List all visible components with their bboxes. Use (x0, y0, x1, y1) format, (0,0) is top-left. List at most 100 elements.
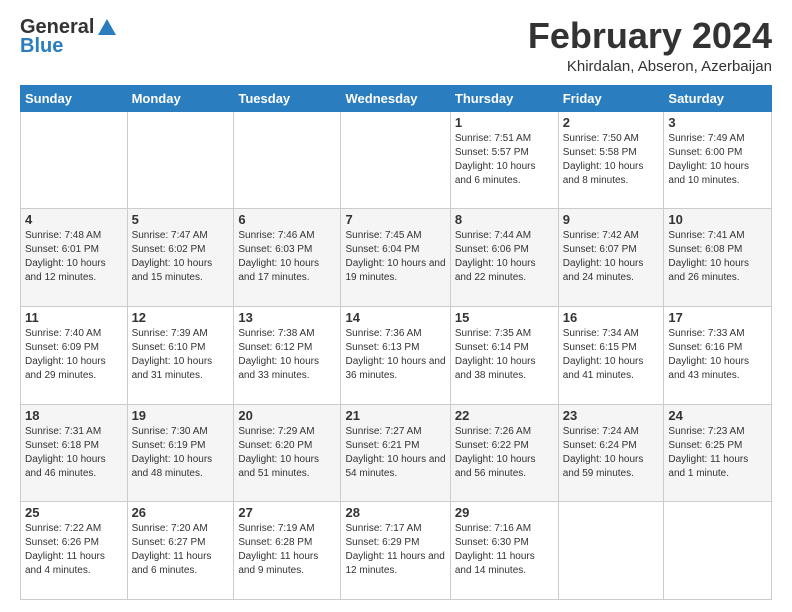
page: General Blue February 2024 Khirdalan, Ab… (0, 0, 792, 612)
calendar-cell: 17 Sunrise: 7:33 AM Sunset: 6:16 PM Dayli… (664, 306, 772, 404)
calendar-cell: 15Sunrise: 7:35 AM Sunset: 6:14 PM Dayli… (450, 306, 558, 404)
day-info: Sunrise: 7:42 AM Sunset: 6:07 PM Dayligh… (563, 229, 660, 285)
col-sunday: Sunday (21, 85, 128, 111)
day-number: 20 (238, 408, 336, 423)
day-number: 27 (238, 505, 336, 520)
day-info: Sunrise: 7:27 AM Sunset: 6:21 PM Dayligh… (345, 425, 445, 481)
calendar-cell: 27 Sunrise: 7:19 AM Sunset: 6:28 PM Dayli… (234, 502, 341, 600)
day-info: Sunrise: 7:45 AM Sunset: 6:04 PM Dayligh… (345, 229, 445, 285)
calendar-cell: 12 Sunrise: 7:39 AM Sunset: 6:10 PM Dayli… (127, 306, 234, 404)
day-info: Sunrise: 7:41 AM Sunset: 6:08 PM Dayligh… (668, 229, 767, 285)
day-info: Sunrise: 7:47 AM Sunset: 6:02 PM Dayligh… (132, 229, 230, 285)
day-info: Sunrise: 7:50 AM Sunset: 5:58 PM Dayligh… (563, 132, 660, 188)
calendar-cell: 10 Sunrise: 7:41 AM Sunset: 6:08 PM Dayli… (664, 209, 772, 307)
day-info: Sunrise: 7:20 AM Sunset: 6:27 PM Dayligh… (132, 522, 230, 578)
day-info: Sunrise: 7:31 AM Sunset: 6:18 PM Dayligh… (25, 425, 123, 481)
calendar-cell: 28 Sunrise: 7:17 AM Sunset: 6:29 PM Dayli… (341, 502, 450, 600)
day-number: 11 (25, 310, 123, 325)
col-tuesday: Tuesday (234, 85, 341, 111)
calendar-week-row: 18 Sunrise: 7:31 AM Sunset: 6:18 PM Dayli… (21, 404, 772, 502)
day-number: 17 (668, 310, 767, 325)
col-wednesday: Wednesday (341, 85, 450, 111)
calendar-cell (127, 111, 234, 209)
calendar-location: Khirdalan, Abseron, Azerbaijan (528, 58, 772, 75)
calendar-table: Sunday Monday Tuesday Wednesday Thursday… (20, 85, 772, 600)
day-info: Sunrise: 7:49 AM Sunset: 6:00 PM Dayligh… (668, 132, 767, 188)
calendar-cell (558, 502, 664, 600)
calendar-cell: 9Sunrise: 7:42 AM Sunset: 6:07 PM Daylig… (558, 209, 664, 307)
day-number: 14 (345, 310, 445, 325)
calendar-header-row: Sunday Monday Tuesday Wednesday Thursday… (21, 85, 772, 111)
logo: General Blue (20, 16, 118, 58)
day-info: Sunrise: 7:33 AM Sunset: 6:16 PM Dayligh… (668, 327, 767, 383)
day-info: Sunrise: 7:46 AM Sunset: 6:03 PM Dayligh… (238, 229, 336, 285)
calendar-cell: 25Sunrise: 7:22 AM Sunset: 6:26 PM Dayli… (21, 502, 128, 600)
day-number: 19 (132, 408, 230, 423)
day-number: 24 (668, 408, 767, 423)
day-number: 13 (238, 310, 336, 325)
day-number: 16 (563, 310, 660, 325)
col-friday: Friday (558, 85, 664, 111)
calendar-week-row: 1Sunrise: 7:51 AM Sunset: 5:57 PM Daylig… (21, 111, 772, 209)
calendar-cell (234, 111, 341, 209)
calendar-cell: 1Sunrise: 7:51 AM Sunset: 5:57 PM Daylig… (450, 111, 558, 209)
calendar-cell: 24 Sunrise: 7:23 AM Sunset: 6:25 PM Dayli… (664, 404, 772, 502)
calendar-week-row: 11 Sunrise: 7:40 AM Sunset: 6:09 PM Dayli… (21, 306, 772, 404)
day-number: 2 (563, 115, 660, 130)
day-info: Sunrise: 7:23 AM Sunset: 6:25 PM Dayligh… (668, 425, 767, 481)
calendar-cell: 18 Sunrise: 7:31 AM Sunset: 6:18 PM Dayli… (21, 404, 128, 502)
day-info: Sunrise: 7:48 AM Sunset: 6:01 PM Dayligh… (25, 229, 123, 285)
calendar-cell: 29 Sunrise: 7:16 AM Sunset: 6:30 PM Dayli… (450, 502, 558, 600)
day-info: Sunrise: 7:26 AM Sunset: 6:22 PM Dayligh… (455, 425, 554, 481)
calendar-cell: 11 Sunrise: 7:40 AM Sunset: 6:09 PM Dayli… (21, 306, 128, 404)
title-block: February 2024 Khirdalan, Abseron, Azerba… (528, 16, 772, 75)
day-info: Sunrise: 7:16 AM Sunset: 6:30 PM Dayligh… (455, 522, 554, 578)
calendar-cell: 13Sunrise: 7:38 AM Sunset: 6:12 PM Dayli… (234, 306, 341, 404)
day-info: Sunrise: 7:36 AM Sunset: 6:13 PM Dayligh… (345, 327, 445, 383)
day-number: 15 (455, 310, 554, 325)
day-info: Sunrise: 7:17 AM Sunset: 6:29 PM Dayligh… (345, 522, 445, 578)
calendar-cell: 26 Sunrise: 7:20 AM Sunset: 6:27 PM Dayli… (127, 502, 234, 600)
calendar-cell: 14 Sunrise: 7:36 AM Sunset: 6:13 PM Dayli… (341, 306, 450, 404)
col-monday: Monday (127, 85, 234, 111)
day-number: 10 (668, 212, 767, 227)
day-number: 25 (25, 505, 123, 520)
day-number: 6 (238, 212, 336, 227)
calendar-cell (664, 502, 772, 600)
logo-flag-icon (96, 17, 118, 39)
day-info: Sunrise: 7:19 AM Sunset: 6:28 PM Dayligh… (238, 522, 336, 578)
logo-blue-text: Blue (20, 35, 63, 58)
day-number: 23 (563, 408, 660, 423)
day-number: 8 (455, 212, 554, 227)
calendar-cell: 23 Sunrise: 7:24 AM Sunset: 6:24 PM Dayli… (558, 404, 664, 502)
calendar-cell: 5 Sunrise: 7:47 AM Sunset: 6:02 PM Daylig… (127, 209, 234, 307)
day-number: 1 (455, 115, 554, 130)
day-number: 29 (455, 505, 554, 520)
calendar-cell: 7Sunrise: 7:45 AM Sunset: 6:04 PM Daylig… (341, 209, 450, 307)
calendar-cell: 22 Sunrise: 7:26 AM Sunset: 6:22 PM Dayli… (450, 404, 558, 502)
day-number: 26 (132, 505, 230, 520)
calendar-cell: 3 Sunrise: 7:49 AM Sunset: 6:00 PM Daylig… (664, 111, 772, 209)
day-info: Sunrise: 7:24 AM Sunset: 6:24 PM Dayligh… (563, 425, 660, 481)
day-number: 28 (345, 505, 445, 520)
day-info: Sunrise: 7:39 AM Sunset: 6:10 PM Dayligh… (132, 327, 230, 383)
day-info: Sunrise: 7:29 AM Sunset: 6:20 PM Dayligh… (238, 425, 336, 481)
day-number: 5 (132, 212, 230, 227)
calendar-cell: 4 Sunrise: 7:48 AM Sunset: 6:01 PM Daylig… (21, 209, 128, 307)
header: General Blue February 2024 Khirdalan, Ab… (20, 16, 772, 75)
calendar-week-row: 4 Sunrise: 7:48 AM Sunset: 6:01 PM Daylig… (21, 209, 772, 307)
day-info: Sunrise: 7:40 AM Sunset: 6:09 PM Dayligh… (25, 327, 123, 383)
day-number: 12 (132, 310, 230, 325)
calendar-cell: 2 Sunrise: 7:50 AM Sunset: 5:58 PM Daylig… (558, 111, 664, 209)
day-number: 4 (25, 212, 123, 227)
day-info: Sunrise: 7:34 AM Sunset: 6:15 PM Dayligh… (563, 327, 660, 383)
calendar-cell: 20 Sunrise: 7:29 AM Sunset: 6:20 PM Dayli… (234, 404, 341, 502)
day-number: 3 (668, 115, 767, 130)
day-number: 18 (25, 408, 123, 423)
day-number: 22 (455, 408, 554, 423)
calendar-cell (21, 111, 128, 209)
calendar-title: February 2024 (528, 16, 772, 56)
calendar-cell (341, 111, 450, 209)
day-info: Sunrise: 7:30 AM Sunset: 6:19 PM Dayligh… (132, 425, 230, 481)
col-saturday: Saturday (664, 85, 772, 111)
